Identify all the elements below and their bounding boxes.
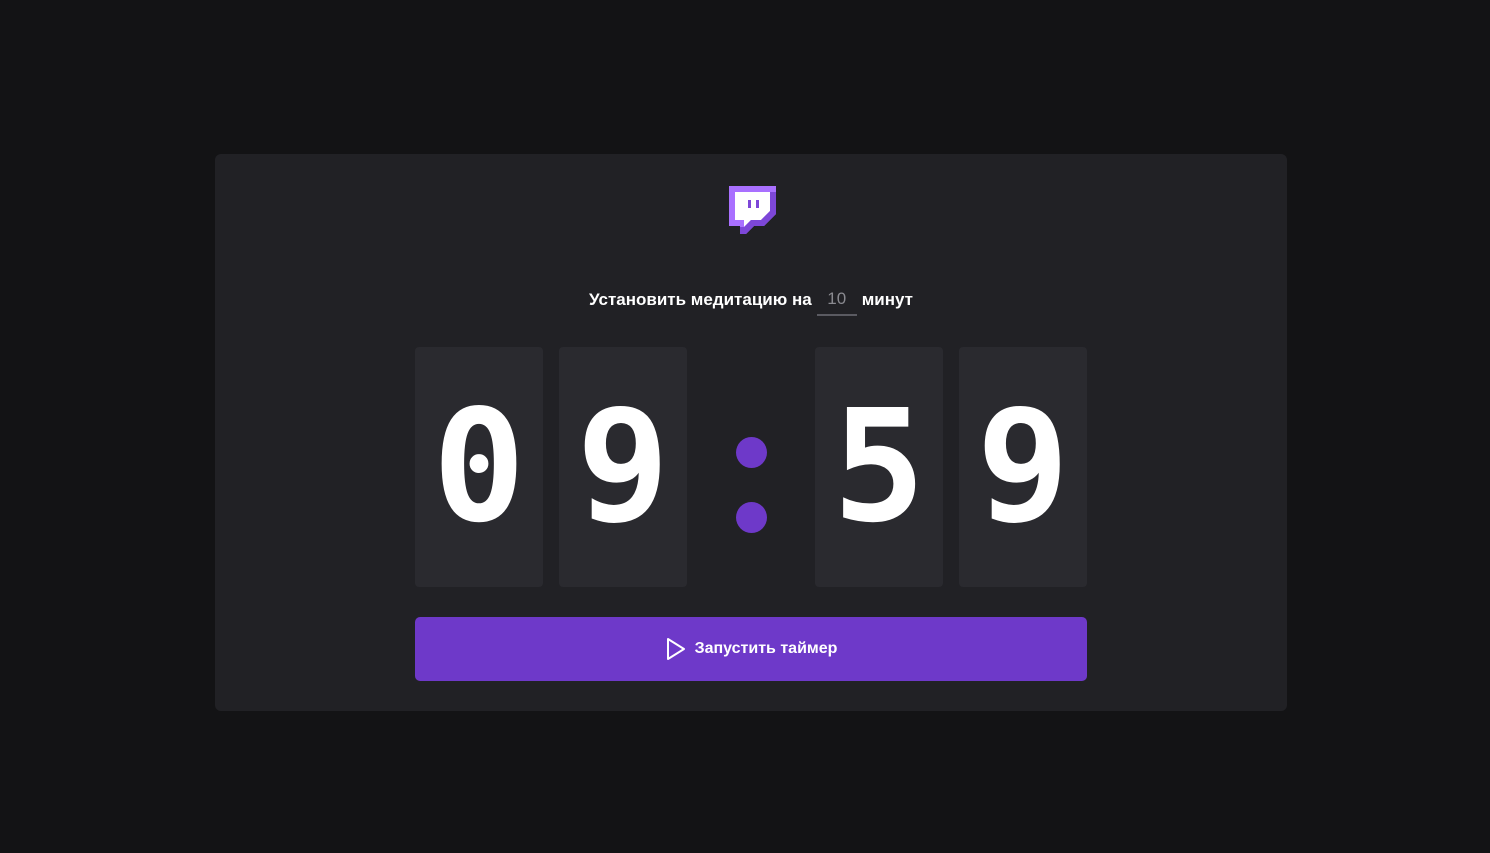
start-timer-button[interactable]: Запустить таймер xyxy=(415,617,1087,681)
meditation-setup-row: Установить медитацию на минут xyxy=(215,284,1287,316)
minutes-input[interactable] xyxy=(816,284,857,316)
twitch-logo-icon xyxy=(729,186,776,234)
colon-dot-top xyxy=(736,437,767,468)
second-ones-digit: 9 xyxy=(959,347,1087,587)
timer-card: Установить медитацию на минут 0 9 5 9 За… xyxy=(215,154,1287,711)
minute-ones-digit: 9 xyxy=(559,347,687,587)
second-tens-digit: 5 xyxy=(815,347,943,587)
colon-dot-bottom xyxy=(736,502,767,533)
start-timer-label: Запустить таймер xyxy=(694,640,838,657)
setup-suffix-label: минут xyxy=(861,290,913,309)
minute-tens-digit: 0 xyxy=(415,347,543,587)
play-icon xyxy=(666,638,685,660)
setup-prefix-label: Установить медитацию на xyxy=(588,290,812,309)
